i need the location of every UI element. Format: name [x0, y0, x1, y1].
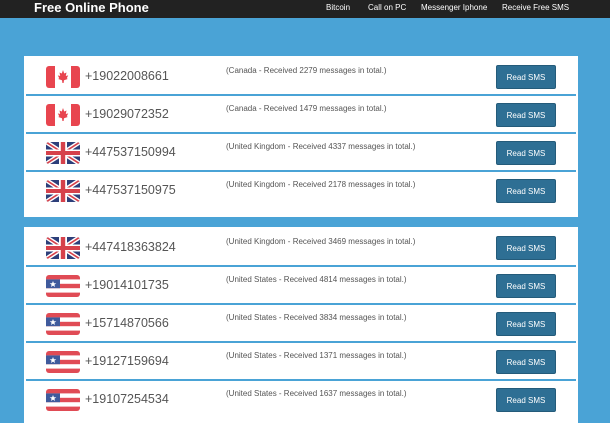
phone-number-link[interactable]: +19029072352: [85, 105, 169, 123]
message-count: 3834: [319, 313, 338, 322]
message-count-description: (United Kingdom - Received 2178 messages…: [226, 179, 415, 190]
read-sms-button[interactable]: Read SMS: [496, 274, 556, 298]
description-suffix: messages in total.): [337, 313, 407, 322]
phone-number-link[interactable]: +447418363824: [85, 238, 176, 256]
number-row: +15714870566 (United States - Received 38…: [26, 305, 576, 343]
nav-link-bitcoin[interactable]: Bitcoin: [326, 3, 350, 13]
phone-number-link[interactable]: +19127159694: [85, 352, 169, 370]
message-count-description: (Canada - Received 1479 messages in tota…: [226, 103, 387, 114]
description-suffix: messages in total.): [317, 66, 387, 75]
message-count-description: (United Kingdom - Received 4337 messages…: [226, 141, 415, 152]
read-sms-button[interactable]: Read SMS: [496, 141, 556, 165]
phone-number-link[interactable]: +447537150975: [85, 181, 176, 199]
description-prefix: (United States - Received: [226, 389, 320, 398]
message-count: 1479: [299, 104, 318, 113]
message-count-description: (United States - Received 1637 messages …: [226, 388, 407, 399]
number-row: +19127159694 (United States - Received 13…: [26, 343, 576, 381]
uk-flag-icon: [46, 237, 80, 259]
message-count-description: (United States - Received 1371 messages …: [226, 350, 407, 361]
number-row: +447537150994 (United Kingdom - Received …: [26, 134, 576, 172]
number-row: +19014101735 (United States - Received 48…: [26, 267, 576, 305]
message-count: 4337: [328, 142, 347, 151]
nav-link-receive-free-sms[interactable]: Receive Free SMS: [502, 3, 569, 13]
read-sms-button[interactable]: Read SMS: [496, 236, 556, 260]
description-prefix: (United Kingdom - Received: [226, 142, 329, 151]
top-navbar: Free Online Phone Bitcoin Call on PC Mes…: [0, 0, 610, 18]
description-prefix: (United Kingdom - Received: [226, 237, 329, 246]
phone-number-link[interactable]: +15714870566: [85, 314, 169, 332]
read-sms-button[interactable]: Read SMS: [496, 65, 556, 89]
message-count: 1637: [319, 389, 338, 398]
description-suffix: messages in total.): [346, 237, 416, 246]
description-suffix: messages in total.): [337, 275, 407, 284]
site-brand-link[interactable]: Free Online Phone: [34, 0, 149, 16]
phone-number-link[interactable]: +19022008661: [85, 67, 169, 85]
canada-flag-icon: [46, 66, 80, 88]
phone-number-link[interactable]: +19014101735: [85, 276, 169, 294]
us-flag-icon: [46, 351, 80, 373]
description-prefix: (United Kingdom - Received: [226, 180, 329, 189]
read-sms-button[interactable]: Read SMS: [496, 179, 556, 203]
description-prefix: (United States - Received: [226, 313, 320, 322]
number-row: +447537150975 (United Kingdom - Received …: [26, 172, 576, 210]
phone-number-link[interactable]: +19107254534: [85, 390, 169, 408]
message-count: 2279: [299, 66, 318, 75]
message-count-description: (United States - Received 4814 messages …: [226, 274, 407, 285]
read-sms-button[interactable]: Read SMS: [496, 103, 556, 127]
message-count-description: (Canada - Received 2279 messages in tota…: [226, 65, 387, 76]
message-count-description: (United States - Received 3834 messages …: [226, 312, 407, 323]
number-list-panel-1: +19022008661 (Canada - Received 2279 mess…: [24, 56, 578, 217]
read-sms-button[interactable]: Read SMS: [496, 388, 556, 412]
canada-flag-icon: [46, 104, 80, 126]
description-suffix: messages in total.): [346, 142, 416, 151]
us-flag-icon: [46, 389, 80, 411]
description-suffix: messages in total.): [346, 180, 416, 189]
message-count: 3469: [328, 237, 347, 246]
number-row: +19107254534 (United States - Received 16…: [26, 381, 576, 419]
nav-link-messenger-iphone[interactable]: Messenger Iphone: [421, 3, 487, 13]
us-flag-icon: [46, 313, 80, 335]
message-count-description: (United Kingdom - Received 3469 messages…: [226, 236, 415, 247]
uk-flag-icon: [46, 180, 80, 202]
phone-number-link[interactable]: +447537150994: [85, 143, 176, 161]
description-prefix: (Canada - Received: [226, 66, 300, 75]
description-suffix: messages in total.): [337, 351, 407, 360]
us-flag-icon: [46, 275, 80, 297]
nav-link-call-on-pc[interactable]: Call on PC: [368, 3, 406, 13]
description-prefix: (United States - Received: [226, 351, 320, 360]
message-count: 2178: [328, 180, 347, 189]
number-list-panel-2: +447418363824 (United Kingdom - Received …: [24, 227, 578, 423]
message-count: 1371: [319, 351, 338, 360]
description-prefix: (Canada - Received: [226, 104, 300, 113]
number-row: +19029072352 (Canada - Received 1479 mess…: [26, 96, 576, 134]
number-row: +447418363824 (United Kingdom - Received …: [26, 229, 576, 267]
uk-flag-icon: [46, 142, 80, 164]
number-row: +19022008661 (Canada - Received 2279 mess…: [26, 58, 576, 96]
description-prefix: (United States - Received: [226, 275, 320, 284]
message-count: 4814: [319, 275, 338, 284]
description-suffix: messages in total.): [337, 389, 407, 398]
read-sms-button[interactable]: Read SMS: [496, 350, 556, 374]
read-sms-button[interactable]: Read SMS: [496, 312, 556, 336]
description-suffix: messages in total.): [317, 104, 387, 113]
